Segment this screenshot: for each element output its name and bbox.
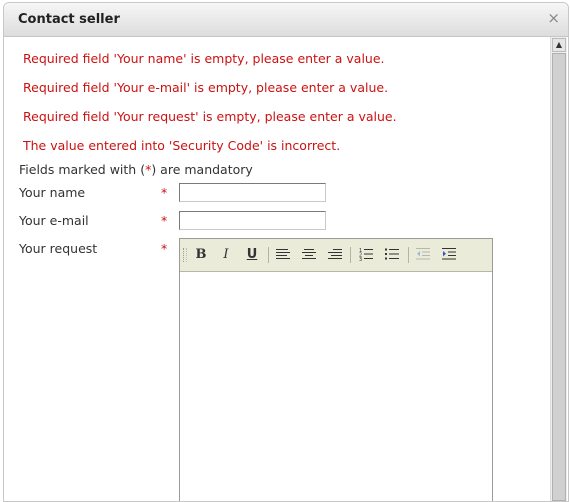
name-input[interactable]: [179, 183, 326, 202]
bold-icon[interactable]: B: [191, 247, 211, 263]
mandatory-note-after: ) are mandatory: [151, 162, 253, 177]
error-message-name: Required field 'Your name' is empty, ple…: [23, 51, 385, 66]
dialog-titlebar[interactable]: Contact seller ×: [4, 3, 568, 37]
italic-icon[interactable]: I: [216, 247, 236, 263]
email-input[interactable]: [179, 211, 326, 230]
request-required-mark: *: [161, 241, 168, 256]
request-label: Your request: [19, 241, 98, 256]
align-center-icon[interactable]: [299, 247, 319, 263]
align-right-icon[interactable]: [325, 247, 345, 263]
request-editor: B I U 123: [179, 238, 493, 501]
dialog-scrollbar[interactable]: ▲: [550, 37, 567, 501]
outdent-icon[interactable]: [413, 247, 433, 263]
indent-icon[interactable]: [439, 247, 459, 263]
email-required-mark: *: [161, 213, 168, 228]
toolbar-grip: [183, 248, 187, 262]
toolbar-separator: [268, 247, 269, 263]
unordered-list-icon[interactable]: [382, 247, 402, 263]
name-required-mark: *: [161, 185, 168, 200]
mandatory-note: Fields marked with (*) are mandatory: [19, 162, 253, 177]
contact-seller-dialog: Contact seller × Required field 'Your na…: [3, 2, 569, 502]
error-message-request: Required field 'Your request' is empty, …: [23, 109, 397, 124]
scroll-up-arrow-icon[interactable]: ▲: [552, 38, 566, 52]
dialog-content: Required field 'Your name' is empty, ple…: [4, 37, 551, 501]
error-message-security-code: The value entered into 'Security Code' i…: [23, 138, 341, 153]
align-left-icon[interactable]: [273, 247, 293, 263]
error-message-email: Required field 'Your e-mail' is empty, p…: [23, 80, 389, 95]
request-textarea[interactable]: [180, 272, 492, 501]
dialog-title: Contact seller: [18, 12, 120, 27]
name-label: Your name: [19, 185, 86, 200]
mandatory-note-before: Fields marked with (: [19, 162, 146, 177]
scroll-thumb[interactable]: [552, 53, 566, 501]
email-label: Your e-mail: [19, 213, 89, 228]
svg-text:3: 3: [359, 257, 362, 261]
toolbar-separator: [350, 247, 351, 263]
underline-icon[interactable]: U: [242, 247, 262, 263]
close-icon[interactable]: ×: [547, 10, 560, 26]
ordered-list-icon[interactable]: 123: [356, 247, 376, 263]
toolbar-separator: [408, 247, 409, 263]
editor-toolbar: B I U 123: [180, 239, 492, 272]
